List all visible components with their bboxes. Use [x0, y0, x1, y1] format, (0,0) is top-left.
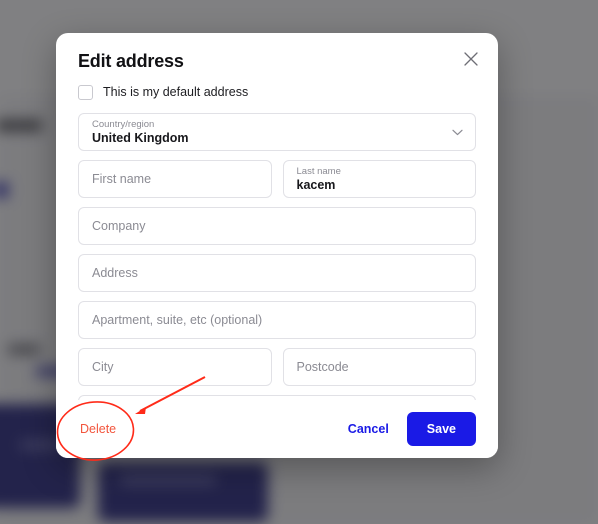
- country-row: Country/region United Kingdom: [78, 113, 476, 151]
- close-icon[interactable]: [459, 47, 483, 71]
- chevron-down-icon: [452, 123, 463, 141]
- default-address-row: This is my default address: [56, 72, 498, 100]
- address-placeholder: Address: [92, 265, 138, 281]
- city-postcode-row: City Postcode: [78, 348, 476, 386]
- address-field[interactable]: Address: [78, 254, 476, 292]
- apartment-placeholder: Apartment, suite, etc (optional): [92, 312, 262, 328]
- last-name-label: Last name: [297, 166, 341, 177]
- chevron-down-icon-glyph: [452, 129, 463, 136]
- page-root: Edit address This is my default address …: [0, 0, 598, 524]
- dialog-header: Edit address: [56, 33, 498, 72]
- name-row: First name Last name kacem: [78, 160, 476, 198]
- company-field[interactable]: Company: [78, 207, 476, 245]
- close-icon-glyph: [464, 52, 478, 66]
- city-field[interactable]: City: [78, 348, 272, 386]
- country-value: United Kingdom: [92, 131, 189, 146]
- save-button[interactable]: Save: [407, 412, 476, 446]
- country-select[interactable]: Country/region United Kingdom: [78, 113, 476, 151]
- apartment-row: Apartment, suite, etc (optional): [78, 301, 476, 339]
- apartment-field[interactable]: Apartment, suite, etc (optional): [78, 301, 476, 339]
- first-name-field[interactable]: First name: [78, 160, 272, 198]
- address-row: Address: [78, 254, 476, 292]
- address-form: Country/region United Kingdom First name: [56, 100, 498, 433]
- default-address-checkbox[interactable]: [78, 85, 93, 100]
- postcode-placeholder: Postcode: [297, 359, 349, 375]
- page-title: Edit address: [78, 50, 476, 72]
- footer-actions: Cancel Save: [344, 412, 476, 446]
- last-name-value: kacem: [297, 178, 341, 193]
- default-address-label: This is my default address: [103, 84, 248, 100]
- edit-address-dialog: Edit address This is my default address …: [56, 33, 498, 458]
- country-label: Country/region: [92, 119, 189, 130]
- first-name-placeholder: First name: [92, 171, 151, 187]
- dialog-footer: Delete Cancel Save: [56, 400, 498, 458]
- company-placeholder: Company: [92, 218, 146, 234]
- company-row: Company: [78, 207, 476, 245]
- delete-button[interactable]: Delete: [78, 418, 118, 440]
- last-name-field[interactable]: Last name kacem: [283, 160, 477, 198]
- postcode-field[interactable]: Postcode: [283, 348, 477, 386]
- city-placeholder: City: [92, 359, 114, 375]
- cancel-button[interactable]: Cancel: [344, 416, 393, 442]
